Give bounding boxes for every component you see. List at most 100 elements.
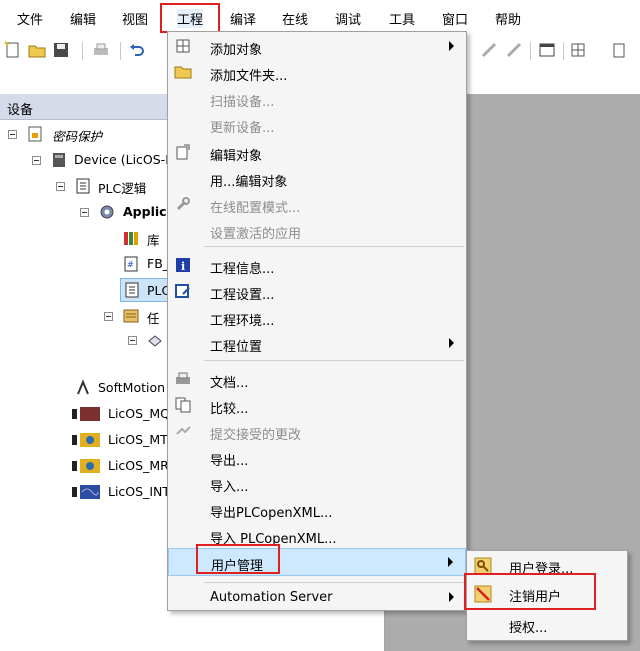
menu-item-update-device[interactable]: 更新设备... <box>168 111 466 137</box>
menu-item-documentation[interactable]: 文档... <box>168 366 466 392</box>
menu-view[interactable]: 视图 <box>122 9 148 28</box>
new-file-icon[interactable] <box>4 41 22 59</box>
user-management-highlight-box <box>196 544 280 574</box>
menu-item-import[interactable]: 导入... <box>168 470 466 496</box>
tree-node-label: FB_ <box>147 256 170 271</box>
menu-item-label: 导入... <box>210 480 249 495</box>
tree-node-label: Device (LicOS-P <box>74 152 173 167</box>
tree-node-label: SoftMotion <box>98 380 166 395</box>
window-icon[interactable] <box>538 41 556 59</box>
menu-edit[interactable]: 编辑 <box>70 9 96 28</box>
menu-debug[interactable]: 调试 <box>335 9 361 28</box>
menu-separator <box>204 360 464 361</box>
device-icon <box>53 153 65 167</box>
folder-icon <box>174 66 192 79</box>
menu-item-label: 用...编辑对象 <box>210 175 288 190</box>
menu-item-compare[interactable]: 比较... <box>168 392 466 418</box>
tree-node-label: 库 <box>147 233 160 248</box>
menu-separator <box>204 246 464 247</box>
logout-highlight-box <box>464 573 596 610</box>
tree-node-label: PLC逻辑 <box>98 181 147 196</box>
function-block-icon: # <box>124 256 138 272</box>
printer-icon <box>176 372 190 384</box>
edit-object-icon <box>176 144 190 160</box>
menu-item-export-plcopenxml[interactable]: 导出PLCopenXML... <box>168 496 466 522</box>
svg-text:#: # <box>127 260 134 269</box>
menu-build[interactable]: 编译 <box>230 9 256 28</box>
step-out-icon[interactable] <box>505 41 523 59</box>
licos-mr-module-icon <box>72 459 100 473</box>
menu-item-authorization[interactable]: 授权... <box>467 611 627 639</box>
collapse-toggle-icon[interactable] <box>8 130 17 139</box>
tree-node-plc-prg[interactable]: PLC <box>120 278 170 302</box>
submenu-arrow-icon <box>448 557 453 567</box>
add-object-icon <box>176 39 190 53</box>
menu-item-label: 导出... <box>210 454 249 469</box>
submenu-arrow-icon <box>449 592 454 602</box>
collapse-toggle-icon[interactable] <box>56 182 65 191</box>
menu-item-edit-object-with[interactable]: 用...编辑对象 <box>168 165 466 191</box>
collapse-toggle-icon[interactable] <box>32 156 41 165</box>
menu-tools[interactable]: 工具 <box>389 9 415 28</box>
step-icon[interactable] <box>480 41 498 59</box>
menu-item-add-object[interactable]: 添加对象 <box>168 33 466 59</box>
menu-item-label: 添加文件夹... <box>210 69 288 84</box>
task-config-icon <box>123 309 139 323</box>
menu-item-label: 工程环境... <box>210 314 275 329</box>
menu-item-edit-object[interactable]: 编辑对象 <box>168 139 466 165</box>
svg-text:i: i <box>181 260 185 273</box>
plc-logic-icon <box>76 178 90 194</box>
toolbar-separator <box>563 42 564 60</box>
menu-item-set-active-application[interactable]: 设置激活的应用 <box>168 217 466 243</box>
menu-help[interactable]: 帮助 <box>495 9 521 28</box>
menu-item-automation-server[interactable]: Automation Server <box>168 584 466 610</box>
menu-item-online-config-mode[interactable]: 在线配置模式... <box>168 191 466 217</box>
menu-item-label: 编辑对象 <box>210 149 263 164</box>
menu-item-label: 设置激活的应用 <box>210 227 302 242</box>
new-object-icon[interactable] <box>610 41 628 59</box>
menu-online[interactable]: 在线 <box>282 9 308 28</box>
menu-item-label: 在线配置模式... <box>210 201 301 216</box>
submenu-arrow-icon <box>449 338 454 348</box>
menu-item-project-info[interactable]: i 工程信息... <box>168 252 466 278</box>
library-books-icon <box>124 232 138 245</box>
project-icon <box>28 126 42 142</box>
menu-item-project-environment[interactable]: 工程环境... <box>168 304 466 330</box>
menu-item-label: 文档... <box>210 376 249 391</box>
undo-icon[interactable] <box>128 41 146 59</box>
menu-file[interactable]: 文件 <box>17 9 43 28</box>
tree-node-label: LicOS_MR <box>108 458 169 473</box>
save-icon[interactable] <box>52 41 70 59</box>
menu-window[interactable]: 窗口 <box>442 9 468 28</box>
grid-dropdown-icon[interactable] <box>570 41 588 59</box>
menu-item-label: 工程信息... <box>210 262 275 277</box>
collapse-toggle-icon[interactable] <box>80 208 89 217</box>
tree-node-label: LicOS_MT <box>108 432 168 447</box>
menu-item-project-location[interactable]: 工程位置 <box>168 330 466 356</box>
commit-icon <box>176 426 191 435</box>
menu-item-export[interactable]: 导出... <box>168 444 466 470</box>
menu-item-commit-accepted-changes[interactable]: 提交接受的更改 <box>168 418 466 444</box>
gear-icon <box>100 205 114 219</box>
menu-item-project-settings[interactable]: 工程设置... <box>168 278 466 304</box>
settings-icon <box>175 284 190 298</box>
menu-item-label: Automation Server <box>210 590 333 605</box>
open-folder-icon[interactable] <box>28 41 46 59</box>
menu-item-add-folder[interactable]: 添加文件夹... <box>168 59 466 85</box>
tree-node-label: 任 <box>147 311 160 326</box>
menu-item-label: 导出PLCopenXML... <box>210 506 333 521</box>
toolbar-separator <box>120 42 121 60</box>
menu-item-scan-devices[interactable]: 扫描设备... <box>168 85 466 111</box>
task-icon <box>148 335 162 347</box>
collapse-toggle-icon[interactable] <box>104 312 113 321</box>
menu-item-label: 比较... <box>210 402 249 417</box>
print-icon[interactable] <box>92 41 110 59</box>
compare-icon <box>175 397 191 413</box>
menu-item-label: 工程设置... <box>210 288 275 303</box>
collapse-toggle-icon[interactable] <box>128 336 137 345</box>
program-icon <box>125 282 139 298</box>
menu-separator <box>204 582 464 583</box>
wrench-icon <box>176 197 190 211</box>
devices-panel-title: 设备 <box>7 103 34 118</box>
menu-item-label: 更新设备... <box>210 121 275 136</box>
